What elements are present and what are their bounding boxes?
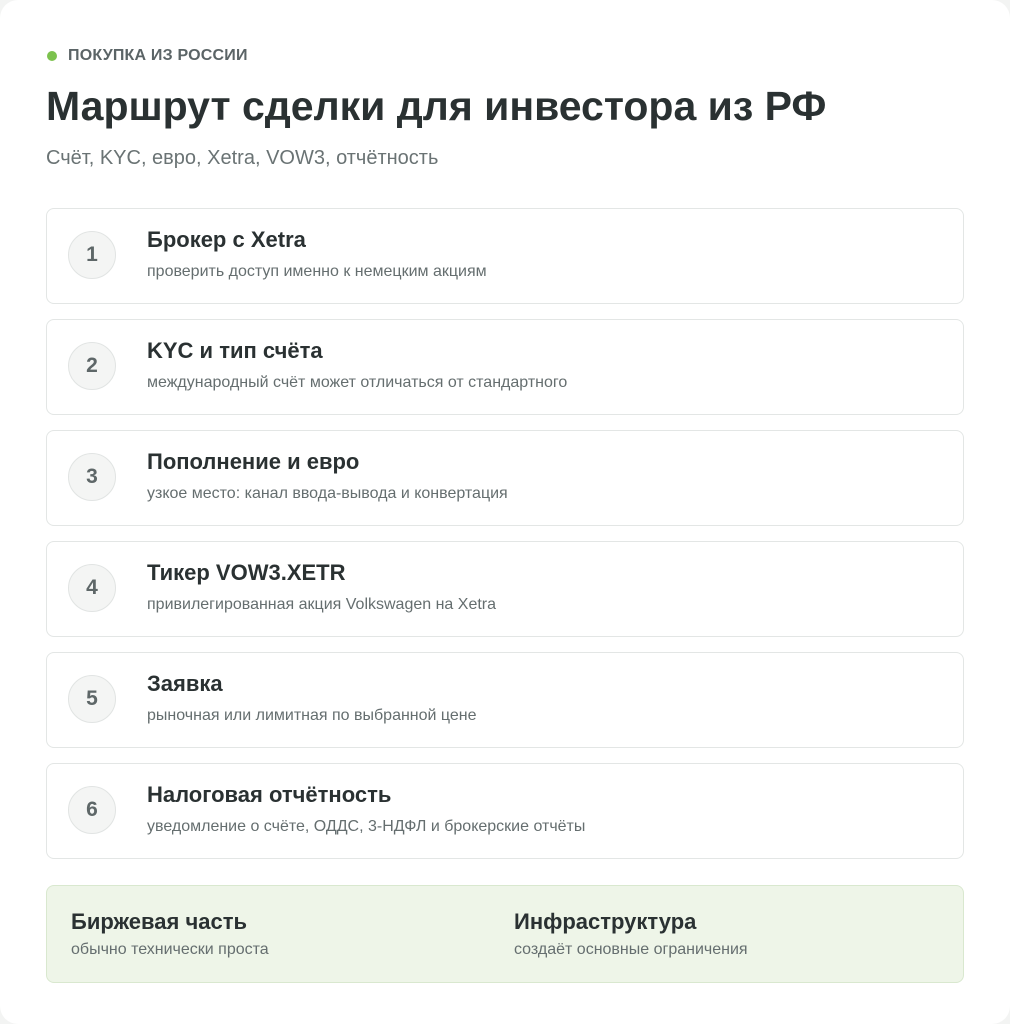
step-item-2: 2 KYC и тип счёта международный счёт мож… [46,319,964,415]
step-number-badge: 4 [68,564,116,612]
eyebrow-label: ПОКУПКА ИЗ РОССИИ [68,47,248,64]
step-number-badge: 6 [68,786,116,834]
step-description: проверить доступ именно к немецким акция… [147,263,487,280]
page-subtitle: Счёт, KYC, евро, Xetra, VOW3, отчётность [46,147,439,169]
step-title: Пополнение и евро [147,449,360,474]
summary-panel: Биржевая часть обычно технически проста … [46,885,964,983]
step-title: Брокер с Xetra [147,227,306,252]
step-description: привилегированная акция Volkswagen на Xe… [147,596,497,613]
summary-exchange-title: Биржевая часть [71,909,247,934]
step-number-badge: 3 [68,453,116,501]
section-eyebrow: ПОКУПКА ИЗ РОССИИ [47,45,248,67]
step-item-4: 4 Тикер VOW3.XETR привилегированная акци… [46,541,964,637]
step-title: Заявка [147,671,223,696]
step-title: Налоговая отчётность [147,782,392,807]
summary-exchange: Биржевая часть обычно технически проста [71,908,269,961]
step-number-badge: 2 [68,342,116,390]
step-title: Тикер VOW3.XETR [147,560,346,585]
step-description: уведомление о счёте, ОДДС, 3-НДФЛ и брок… [147,818,586,835]
step-item-6: 6 Налоговая отчётность уведомление о счё… [46,763,964,859]
summary-infrastructure: Инфраструктура создаёт основные ограниче… [514,908,748,961]
summary-infrastructure-description: создаёт основные ограничения [514,941,748,958]
step-item-3: 3 Пополнение и евро узкое место: канал в… [46,430,964,526]
step-item-1: 1 Брокер с Xetra проверить доступ именно… [46,208,964,304]
step-number-badge: 1 [68,231,116,279]
step-description: международный счёт может отличаться от с… [147,374,568,391]
step-title: KYC и тип счёта [147,338,323,363]
status-dot-icon [47,51,57,61]
step-number-badge: 5 [68,675,116,723]
summary-infrastructure-title: Инфраструктура [514,909,697,934]
route-card: ПОКУПКА ИЗ РОССИИ Маршрут сделки для инв… [0,0,1010,1024]
step-description: рыночная или лимитная по выбранной цене [147,707,477,724]
step-description: узкое место: канал ввода-вывода и конвер… [147,485,508,502]
page-title: Маршрут сделки для инвестора из РФ [46,83,827,129]
step-item-5: 5 Заявка рыночная или лимитная по выбран… [46,652,964,748]
summary-exchange-description: обычно технически проста [71,941,269,958]
steps-list: 1 Брокер с Xetra проверить доступ именно… [46,208,964,874]
